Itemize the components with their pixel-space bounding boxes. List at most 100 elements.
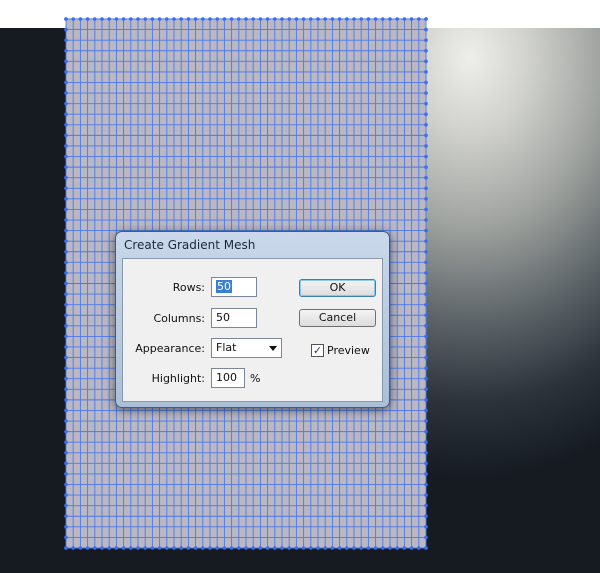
mesh-anchor-point[interactable] (201, 17, 205, 21)
mesh-anchor-point[interactable] (64, 387, 68, 392)
mesh-anchor-point[interactable] (229, 17, 234, 21)
mesh-anchor-point[interactable] (64, 503, 68, 508)
mesh-anchor-point[interactable] (424, 101, 428, 106)
columns-input[interactable]: 50 (211, 308, 257, 328)
mesh-anchor-point[interactable] (64, 271, 68, 275)
mesh-anchor-point[interactable] (424, 249, 428, 254)
mesh-anchor-point[interactable] (64, 123, 68, 127)
mesh-anchor-point[interactable] (64, 112, 68, 117)
mesh-anchor-point[interactable] (179, 17, 183, 21)
mesh-anchor-point[interactable] (179, 546, 183, 550)
mesh-anchor-point[interactable] (157, 546, 162, 550)
mesh-anchor-point[interactable] (64, 535, 68, 540)
mesh-anchor-point[interactable] (316, 546, 320, 550)
mesh-anchor-point[interactable] (114, 17, 119, 21)
mesh-anchor-point[interactable] (157, 17, 162, 21)
mesh-anchor-point[interactable] (424, 408, 428, 413)
mesh-anchor-point[interactable] (424, 59, 428, 64)
mesh-anchor-point[interactable] (424, 324, 428, 328)
mesh-anchor-point[interactable] (424, 91, 428, 95)
mesh-anchor-point[interactable] (64, 239, 68, 243)
mesh-anchor-point[interactable] (366, 17, 371, 21)
mesh-anchor-point[interactable] (280, 546, 284, 550)
mesh-anchor-point[interactable] (237, 546, 241, 550)
rows-input[interactable]: 50 (211, 277, 257, 297)
mesh-anchor-point[interactable] (409, 17, 414, 21)
mesh-anchor-point[interactable] (424, 440, 428, 445)
mesh-anchor-point[interactable] (64, 355, 68, 360)
mesh-anchor-point[interactable] (150, 17, 155, 21)
mesh-anchor-point[interactable] (424, 38, 428, 42)
mesh-anchor-point[interactable] (388, 546, 392, 550)
mesh-anchor-point[interactable] (64, 38, 68, 42)
mesh-anchor-point[interactable] (424, 503, 428, 508)
mesh-anchor-point[interactable] (294, 546, 299, 550)
mesh-anchor-point[interactable] (208, 17, 212, 21)
mesh-anchor-point[interactable] (424, 334, 428, 339)
mesh-anchor-point[interactable] (64, 461, 68, 466)
mesh-anchor-point[interactable] (64, 313, 68, 318)
mesh-anchor-point[interactable] (395, 17, 400, 21)
mesh-anchor-point[interactable] (107, 546, 111, 550)
mesh-anchor-point[interactable] (64, 218, 68, 222)
mesh-anchor-point[interactable] (64, 133, 68, 138)
mesh-anchor-point[interactable] (424, 239, 428, 243)
mesh-anchor-point[interactable] (323, 17, 328, 21)
mesh-anchor-point[interactable] (359, 546, 364, 550)
mesh-anchor-point[interactable] (424, 281, 428, 286)
highlight-input[interactable]: 100 (211, 368, 245, 388)
mesh-anchor-point[interactable] (107, 17, 111, 21)
mesh-anchor-point[interactable] (186, 17, 191, 21)
mesh-anchor-point[interactable] (424, 207, 428, 212)
mesh-anchor-point[interactable] (424, 228, 428, 233)
mesh-anchor-point[interactable] (201, 546, 205, 550)
mesh-anchor-point[interactable] (258, 546, 263, 550)
mesh-anchor-point[interactable] (345, 17, 349, 21)
mesh-anchor-point[interactable] (64, 154, 68, 159)
mesh-anchor-point[interactable] (78, 17, 83, 21)
mesh-anchor-point[interactable] (71, 546, 75, 550)
mesh-anchor-point[interactable] (64, 186, 68, 191)
mesh-anchor-point[interactable] (85, 17, 90, 21)
mesh-anchor-point[interactable] (330, 546, 335, 550)
mesh-anchor-point[interactable] (273, 546, 277, 550)
mesh-anchor-point[interactable] (100, 546, 104, 550)
mesh-anchor-point[interactable] (64, 91, 68, 95)
mesh-anchor-point[interactable] (424, 482, 428, 487)
mesh-anchor-point[interactable] (64, 450, 68, 455)
mesh-anchor-point[interactable] (424, 450, 428, 455)
mesh-anchor-point[interactable] (409, 546, 414, 550)
mesh-anchor-point[interactable] (64, 546, 68, 550)
mesh-anchor-point[interactable] (229, 546, 234, 550)
mesh-anchor-point[interactable] (244, 546, 248, 550)
mesh-anchor-point[interactable] (287, 17, 291, 21)
mesh-anchor-point[interactable] (85, 546, 90, 550)
mesh-anchor-point[interactable] (424, 493, 428, 497)
mesh-anchor-point[interactable] (165, 546, 169, 550)
mesh-anchor-point[interactable] (395, 546, 400, 550)
mesh-anchor-point[interactable] (373, 546, 378, 550)
mesh-anchor-point[interactable] (424, 355, 428, 360)
mesh-anchor-point[interactable] (337, 546, 342, 550)
mesh-anchor-point[interactable] (121, 17, 126, 21)
mesh-anchor-point[interactable] (273, 17, 277, 21)
mesh-anchor-point[interactable] (215, 546, 219, 550)
mesh-anchor-point[interactable] (64, 175, 68, 180)
mesh-anchor-point[interactable] (150, 546, 155, 550)
mesh-anchor-point[interactable] (424, 461, 428, 466)
mesh-anchor-point[interactable] (417, 17, 421, 21)
mesh-anchor-point[interactable] (64, 493, 68, 497)
cancel-button[interactable]: Cancel (299, 309, 376, 327)
mesh-anchor-point[interactable] (424, 197, 428, 201)
mesh-anchor-point[interactable] (424, 546, 428, 550)
mesh-anchor-point[interactable] (424, 17, 428, 21)
mesh-anchor-point[interactable] (129, 17, 133, 21)
appearance-select[interactable]: Flat (211, 338, 282, 358)
mesh-anchor-point[interactable] (193, 546, 198, 550)
mesh-anchor-point[interactable] (64, 207, 68, 212)
mesh-anchor-point[interactable] (64, 366, 68, 370)
mesh-anchor-point[interactable] (64, 17, 68, 21)
mesh-anchor-point[interactable] (64, 324, 68, 328)
mesh-anchor-point[interactable] (359, 17, 364, 21)
mesh-anchor-point[interactable] (64, 472, 68, 476)
